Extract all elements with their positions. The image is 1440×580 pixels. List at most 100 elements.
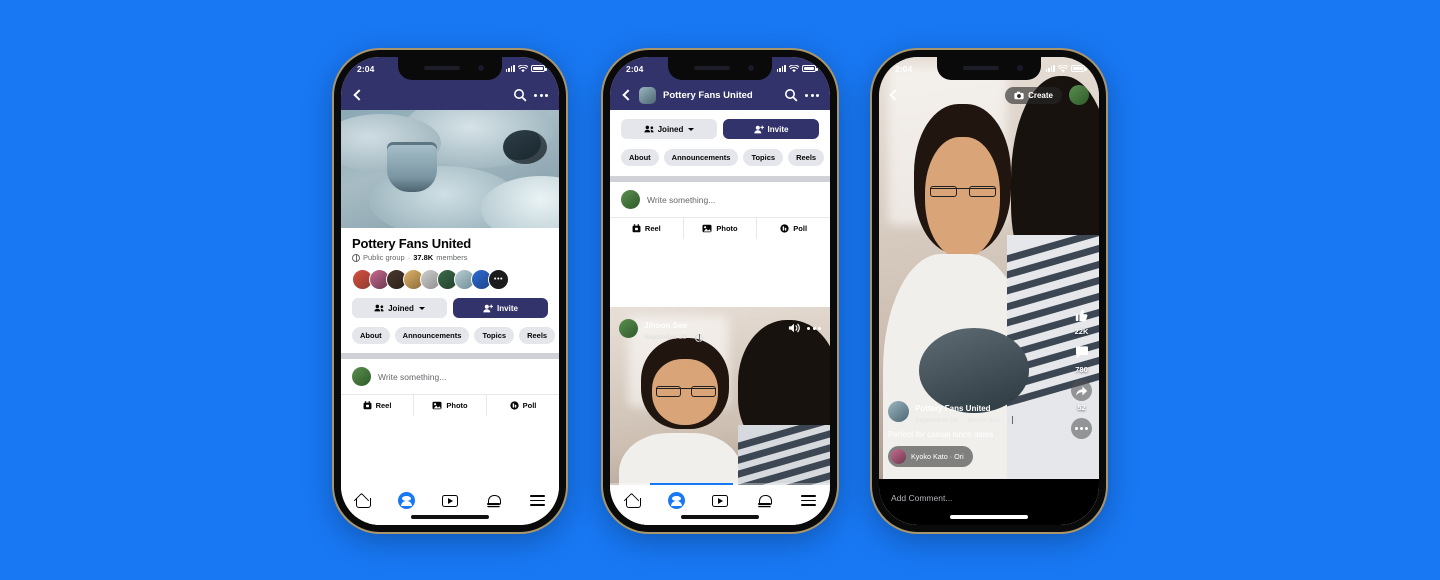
scroll-progress-indicator — [610, 483, 830, 485]
composer-photo-button[interactable]: Photo — [413, 395, 486, 416]
scene-glasses — [656, 385, 716, 397]
reel-sep-1: · — [960, 416, 963, 424]
tab-groups[interactable] — [654, 492, 698, 509]
invite-button[interactable]: Invite — [453, 298, 548, 318]
group-meta: Public group · 37.8K members — [352, 253, 548, 262]
composer-input-row[interactable]: Write something... — [341, 359, 559, 394]
composer-poll-button[interactable]: Poll — [756, 218, 830, 239]
video-icon — [712, 494, 728, 507]
share-icon — [1071, 380, 1092, 401]
tab-menu[interactable] — [515, 495, 559, 506]
scene-glasses — [929, 186, 996, 198]
post-separator: · — [689, 334, 692, 341]
create-button[interactable]: Create — [1005, 86, 1062, 104]
tab-menu[interactable] — [786, 495, 830, 506]
photo-icon — [702, 224, 712, 233]
reel-group-info: Pottery Fans United September 29 · Jihoo… — [915, 398, 1017, 424]
home-indicator — [950, 515, 1028, 519]
phone3-screen: 2:04 Create 22K 780 52 Pottery Fans Unit… — [879, 57, 1099, 525]
chip-reels[interactable]: Reels — [788, 149, 825, 166]
tab-video[interactable] — [698, 494, 742, 507]
composer-avatar — [352, 367, 371, 386]
like-action[interactable]: 22K — [1071, 304, 1092, 336]
chip-about[interactable]: About — [352, 327, 390, 344]
composer-reel-button[interactable]: Reel — [341, 395, 413, 416]
group-action-buttons: Joined Invite — [610, 110, 830, 139]
composer-poll-button[interactable]: Poll — [486, 395, 559, 416]
status-time: 2:04 — [626, 63, 644, 74]
home-indicator — [411, 515, 489, 519]
joined-button[interactable]: Joined — [352, 298, 447, 318]
post-author-avatar[interactable] — [619, 318, 638, 338]
tab-video[interactable] — [428, 494, 472, 507]
group-tab-chips[interactable]: About Announcements Topics Reels — [341, 318, 559, 353]
tab-home[interactable] — [341, 494, 385, 508]
composer-photo-button[interactable]: Photo — [682, 218, 757, 239]
invite-button[interactable]: Invite — [723, 119, 819, 139]
comment-count: 780 — [1075, 365, 1088, 374]
group-tab-chips[interactable]: About Announcements Topics Reels — [610, 139, 830, 176]
chip-reels[interactable]: Reels — [519, 327, 556, 344]
composer-reel-button[interactable]: Reel — [610, 218, 683, 239]
composer-actions: Reel Photo Poll — [341, 394, 559, 416]
search-icon[interactable] — [784, 88, 798, 102]
share-action[interactable]: 52 — [1071, 380, 1092, 412]
reel-icon — [363, 401, 372, 410]
chip-about[interactable]: About — [621, 149, 659, 166]
ellipsis-icon[interactable] — [807, 326, 821, 330]
member-avatar-overflow[interactable]: ••• — [488, 269, 509, 290]
chevron-left-icon[interactable] — [889, 89, 901, 101]
chevron-left-icon[interactable] — [353, 89, 365, 101]
reel-audio-pill[interactable]: Kyoko Kato · Ori — [888, 446, 973, 467]
composer-placeholder: Write something... — [378, 371, 447, 382]
reel-author: Jihoon Seo — [965, 416, 1000, 424]
tab-groups[interactable] — [385, 492, 429, 509]
speaker-icon[interactable] — [788, 322, 801, 334]
joined-label: Joined — [388, 303, 414, 313]
chip-topics[interactable]: Topics — [474, 327, 515, 344]
member-avatars[interactable]: ••• — [352, 269, 548, 290]
ellipsis-icon[interactable] — [805, 93, 819, 97]
bell-icon — [487, 494, 502, 508]
poll-icon — [509, 401, 519, 410]
tab-notifications[interactable] — [742, 494, 786, 508]
audio-artist-avatar — [891, 449, 906, 464]
wifi-icon — [518, 64, 528, 73]
group-privacy: Public group — [363, 253, 405, 262]
tab-notifications[interactable] — [472, 494, 516, 508]
search-icon[interactable] — [513, 88, 527, 102]
composer-placeholder: Write something... — [647, 194, 716, 205]
chip-announcements[interactable]: Announcements — [394, 327, 470, 344]
phone1-app-header — [341, 80, 559, 110]
group-avatar[interactable] — [639, 86, 656, 104]
composer-reel-label: Reel — [375, 401, 392, 410]
bottom-tab-bar — [610, 483, 830, 525]
composer-input-row[interactable]: Write something... — [610, 182, 830, 217]
reel-date: September 29 — [915, 416, 958, 424]
status-time: 2:04 — [895, 63, 913, 74]
group-cover-photo — [341, 110, 559, 228]
reel-action-rail: 22K 780 52 — [1071, 304, 1092, 439]
globe-icon — [694, 334, 703, 343]
video-icon — [441, 494, 458, 507]
joined-label: Joined — [657, 124, 684, 134]
people-icon — [644, 125, 654, 133]
chevron-left-icon[interactable] — [622, 89, 634, 101]
comment-placeholder: Add Comment... — [891, 493, 953, 503]
ellipsis-icon[interactable] — [534, 93, 548, 97]
bell-icon — [757, 494, 772, 508]
group-member-label: members — [436, 253, 468, 262]
comment-action[interactable]: 780 — [1071, 342, 1092, 374]
tab-home[interactable] — [610, 494, 654, 508]
cover-dark-bowl — [503, 130, 547, 164]
chip-announcements[interactable]: Announcements — [663, 149, 739, 166]
joined-button[interactable]: Joined — [621, 119, 717, 139]
home-icon — [355, 494, 372, 508]
profile-avatar[interactable] — [1069, 85, 1089, 105]
post-composer: Write something... Reel Photo Poll — [341, 359, 559, 416]
reel-group-row[interactable]: Pottery Fans United September 29 · Jihoo… — [888, 398, 1053, 424]
reel-meta: September 29 · Jihoon Seo · — [915, 416, 1017, 424]
more-action[interactable] — [1071, 418, 1092, 439]
reel-icon — [632, 224, 641, 233]
chip-topics[interactable]: Topics — [743, 149, 784, 166]
